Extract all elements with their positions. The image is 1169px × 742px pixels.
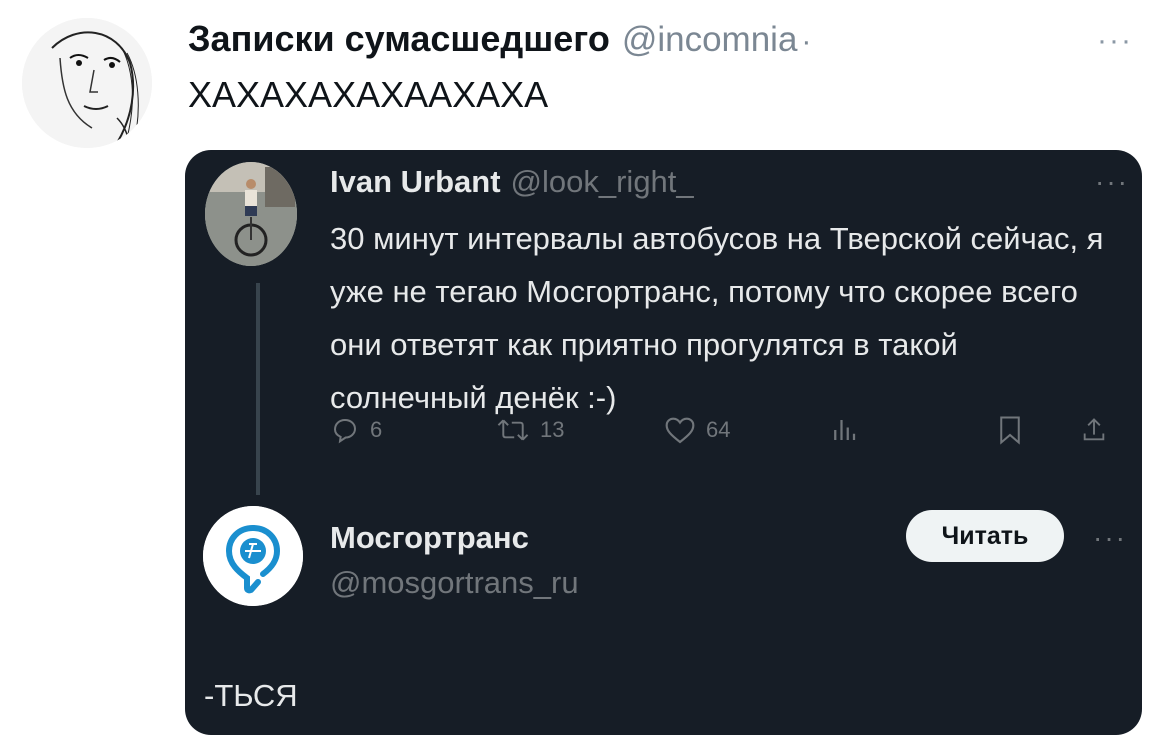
retweet-button[interactable]: 13 [496, 410, 564, 450]
more-options-icon[interactable]: ··· [1097, 24, 1133, 58]
views-button[interactable] [829, 410, 869, 450]
share-icon [1083, 418, 1105, 441]
retweet-icon [497, 419, 529, 441]
reply-button[interactable]: 6 [330, 410, 382, 450]
bookmark-button[interactable] [997, 410, 1033, 450]
share-button[interactable] [1080, 410, 1118, 450]
quoted-author-avatar[interactable] [205, 162, 297, 266]
analytics-icon [834, 420, 856, 440]
thread-connector [256, 283, 260, 495]
retweet-count: 13 [540, 417, 565, 442]
tweet-header: Записки сумасшедшего @incomnia · [188, 18, 811, 60]
quoted-author-handle[interactable]: @look_right_ [511, 164, 694, 199]
quoted-author-name[interactable]: Ivan Urbant [330, 164, 501, 199]
separator-dot: · [801, 25, 812, 58]
quoted-tweet-header: Ivan Urbant @look_right_ [330, 164, 694, 200]
caption-suffix: -ТЬСЯ [204, 678, 298, 713]
unicycle-photo-icon [205, 162, 297, 266]
account-handle[interactable]: @mosgortrans_ru [330, 565, 579, 601]
reply-count: 6 [370, 417, 383, 442]
tweet-text: ХАХАХАХАХААХАХА [188, 74, 549, 115]
author-name[interactable]: Записки сумасшедшего [188, 18, 610, 59]
follow-button[interactable]: Читать [906, 510, 1064, 562]
account-avatar[interactable] [203, 506, 303, 606]
quoted-tweet-text: 30 минут интервалы автобусов на Тверской… [330, 221, 1104, 415]
account-more-icon[interactable]: ··· [1093, 522, 1127, 554]
avatar[interactable] [22, 18, 152, 148]
account-name[interactable]: Мосгортранс [330, 520, 529, 556]
sketch-portrait-icon [22, 18, 152, 148]
mosgortrans-logo-icon [203, 506, 303, 606]
heart-icon [665, 417, 695, 444]
bookmark-icon [1000, 416, 1020, 445]
reply-icon [333, 418, 357, 444]
like-button[interactable]: 64 [664, 410, 730, 450]
quoted-more-icon[interactable]: ··· [1095, 166, 1129, 198]
author-handle[interactable]: @incomnia [622, 20, 798, 59]
like-count: 64 [706, 417, 731, 442]
